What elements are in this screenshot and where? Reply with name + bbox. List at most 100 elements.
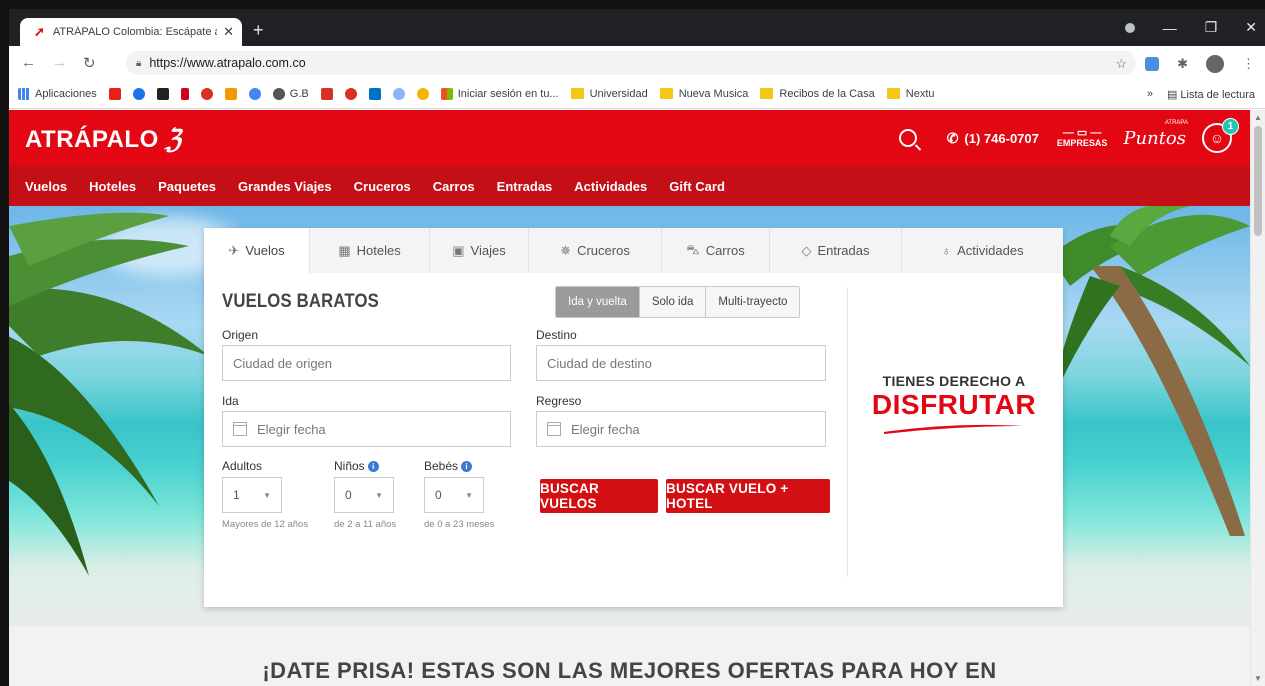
product-tabs: ✈ Vuelos ▦ Hoteles ▣ Viajes ✵ Cruceros ⛍ Carr… [204, 228, 1063, 273]
bookmark-outlook[interactable] [368, 87, 381, 100]
bookmark-microsoft[interactable]: Iniciar sesión en tu... [440, 87, 559, 100]
depart-label: Ida [222, 394, 239, 408]
destination-input[interactable]: Ciudad de destino [536, 345, 826, 381]
page-scrollbar[interactable]: ▲ ▼ [1250, 110, 1265, 686]
dropdown-arrow-icon: ▼ [465, 491, 473, 500]
nav-gift-card[interactable]: Gift Card [669, 179, 725, 194]
info-icon[interactable]: i [461, 461, 473, 473]
destination-placeholder: Ciudad de destino [547, 355, 652, 371]
info-icon[interactable]: i [367, 461, 379, 473]
tab-viajes[interactable]: ▣ Viajes [430, 228, 529, 273]
bookmark-label: Aplicaciones [35, 87, 97, 100]
scrollbar-thumb[interactable] [1254, 126, 1262, 236]
ticket-icon: ◇ [801, 242, 812, 258]
site-header: ATRÁPALO ℨ ✆ (1) 746-0707 — ▭ — EMPRESAS… [9, 110, 1250, 166]
close-tab-icon[interactable]: ✕ [223, 24, 234, 40]
promo-banner[interactable]: TIENES DERECHO A DISFRUTAR [864, 373, 1044, 439]
tab-vuelos[interactable]: ✈ Vuelos [204, 228, 310, 273]
new-tab-button[interactable]: + [253, 20, 264, 41]
adults-select[interactable]: 1 ▼ [222, 477, 282, 513]
back-icon[interactable]: ← [21, 54, 36, 71]
tab-cruceros[interactable]: ✵ Cruceros [529, 228, 662, 273]
tab-label: Actividades [957, 243, 1024, 258]
reload-icon[interactable]: ↻ [83, 54, 96, 72]
palm-left-illustration [9, 212, 209, 576]
bookmark-folder[interactable]: Nueva Musica [659, 88, 748, 100]
apps-grid-icon [18, 87, 30, 100]
bookmark-we[interactable] [156, 87, 169, 100]
browser-tab[interactable]: ➚ ATRÁPALO Colombia: Escápate a ✕ [20, 18, 242, 46]
bookmark-opera[interactable] [344, 87, 357, 100]
tab-hoteles[interactable]: ▦ Hoteles [310, 228, 430, 273]
menu-kebab-icon[interactable]: ⋮ [1242, 56, 1255, 72]
nav-hoteles[interactable]: Hoteles [89, 179, 136, 194]
star-icon[interactable]: ☆ [1115, 56, 1127, 72]
site-logo[interactable]: ATRÁPALO ℨ [25, 124, 187, 155]
tab-label: Entradas [817, 243, 870, 258]
children-label: Niños [334, 459, 365, 473]
address-bar[interactable]: 🔒︎ https://www.atrapalo.com.co [126, 51, 1136, 75]
nav-actividades[interactable]: Actividades [574, 179, 647, 194]
puntos-sup: ATRAPA [1164, 119, 1188, 126]
youtube-icon [108, 87, 121, 100]
nav-cruceros[interactable]: Cruceros [354, 179, 411, 194]
logo-mark-icon: ℨ [162, 124, 188, 154]
bookmark-gb[interactable]: G.B [272, 87, 309, 100]
depart-date-input[interactable]: Elegir fecha [222, 411, 511, 447]
bookmark-folder[interactable]: Universidad [570, 88, 648, 100]
children-select[interactable]: 0 ▼ [334, 477, 394, 513]
bookmark-folder[interactable]: Recibos de la Casa [760, 88, 875, 100]
search-icon[interactable] [898, 129, 917, 147]
origin-input[interactable]: Ciudad de origen [222, 345, 511, 381]
nav-entradas[interactable]: Entradas [497, 179, 553, 194]
tab-entradas[interactable]: ◇ Entradas [770, 228, 902, 273]
tab-carros[interactable]: ⛍ Carros [662, 228, 770, 273]
nav-carros[interactable]: Carros [433, 179, 475, 194]
folder-icon [760, 88, 774, 99]
trip-oneway[interactable]: Solo ida [638, 287, 706, 317]
minimize-icon[interactable]: — [1163, 20, 1177, 36]
scroll-up-icon[interactable]: ▲ [1254, 113, 1262, 122]
nav-paquetes[interactable]: Paquetes [158, 179, 216, 194]
close-window-icon[interactable]: ✕ [1245, 19, 1257, 36]
bookmark-folder[interactable]: Nextu [886, 88, 935, 100]
reading-list-button[interactable]: ▤ Lista de lectura [1167, 88, 1255, 101]
trip-roundtrip[interactable]: Ida y vuelta [556, 287, 639, 317]
bookmark-sparkle[interactable] [224, 87, 237, 100]
bookmark-circle[interactable] [392, 87, 405, 100]
more-bookmarks-button[interactable]: » [1147, 88, 1153, 100]
babies-select[interactable]: 0 ▼ [424, 477, 484, 513]
bookmark-download[interactable] [320, 87, 333, 100]
phone-link[interactable]: ✆ (1) 746-0707 [947, 130, 1039, 147]
forward-icon[interactable]: → [52, 54, 67, 71]
puntos-link[interactable]: ATRAPA Puntos [1123, 120, 1188, 149]
scroll-down-icon[interactable]: ▼ [1254, 674, 1262, 683]
web-page: ATRÁPALO ℨ ✆ (1) 746-0707 — ▭ — EMPRESAS… [9, 110, 1250, 686]
bookmark-ring[interactable] [248, 87, 261, 100]
search-flight-hotel-button[interactable]: BUSCAR VUELO + HOTEL [666, 479, 830, 513]
bookmark-apps[interactable]: Aplicaciones [18, 87, 97, 100]
user-account-button[interactable]: ☺ 1 [1202, 118, 1239, 153]
return-date-input[interactable]: Elegir fecha [536, 411, 826, 447]
bookmark-netflix[interactable] [180, 87, 189, 100]
nav-grandes-viajes[interactable]: Grandes Viajes [238, 179, 332, 194]
bookmark-skype[interactable] [132, 87, 145, 100]
bookmark-google[interactable] [416, 87, 429, 100]
nav-vuelos[interactable]: Vuelos [25, 179, 67, 194]
bookmark-youtube[interactable] [108, 87, 121, 100]
profile-avatar[interactable] [1206, 55, 1224, 73]
offers-heading: ¡DATE PRISA! ESTAS SON LAS MEJORES OFERT… [262, 658, 997, 683]
bookmark-heart[interactable] [200, 87, 213, 100]
hotel-icon: ▦ [338, 242, 351, 258]
extensions-puzzle-icon[interactable]: ✱ [1177, 56, 1188, 72]
tab-actividades[interactable]: ♁ Actividades [902, 228, 1063, 273]
chrome-profile-indicator-icon[interactable] [1124, 22, 1135, 33]
destination-label: Destino [536, 328, 577, 342]
empresas-link[interactable]: — ▭ — EMPRESAS [1057, 127, 1108, 149]
trip-type-selector: Ida y vuelta Solo ida Multi-trayecto [555, 286, 801, 318]
trip-multi[interactable]: Multi-trayecto [705, 287, 800, 317]
puntos-label: Puntos [1123, 127, 1186, 149]
translate-extension-icon[interactable] [1145, 57, 1160, 71]
restore-icon[interactable]: ❐ [1205, 19, 1218, 36]
search-flights-button[interactable]: BUSCAR VUELOS [540, 479, 658, 513]
